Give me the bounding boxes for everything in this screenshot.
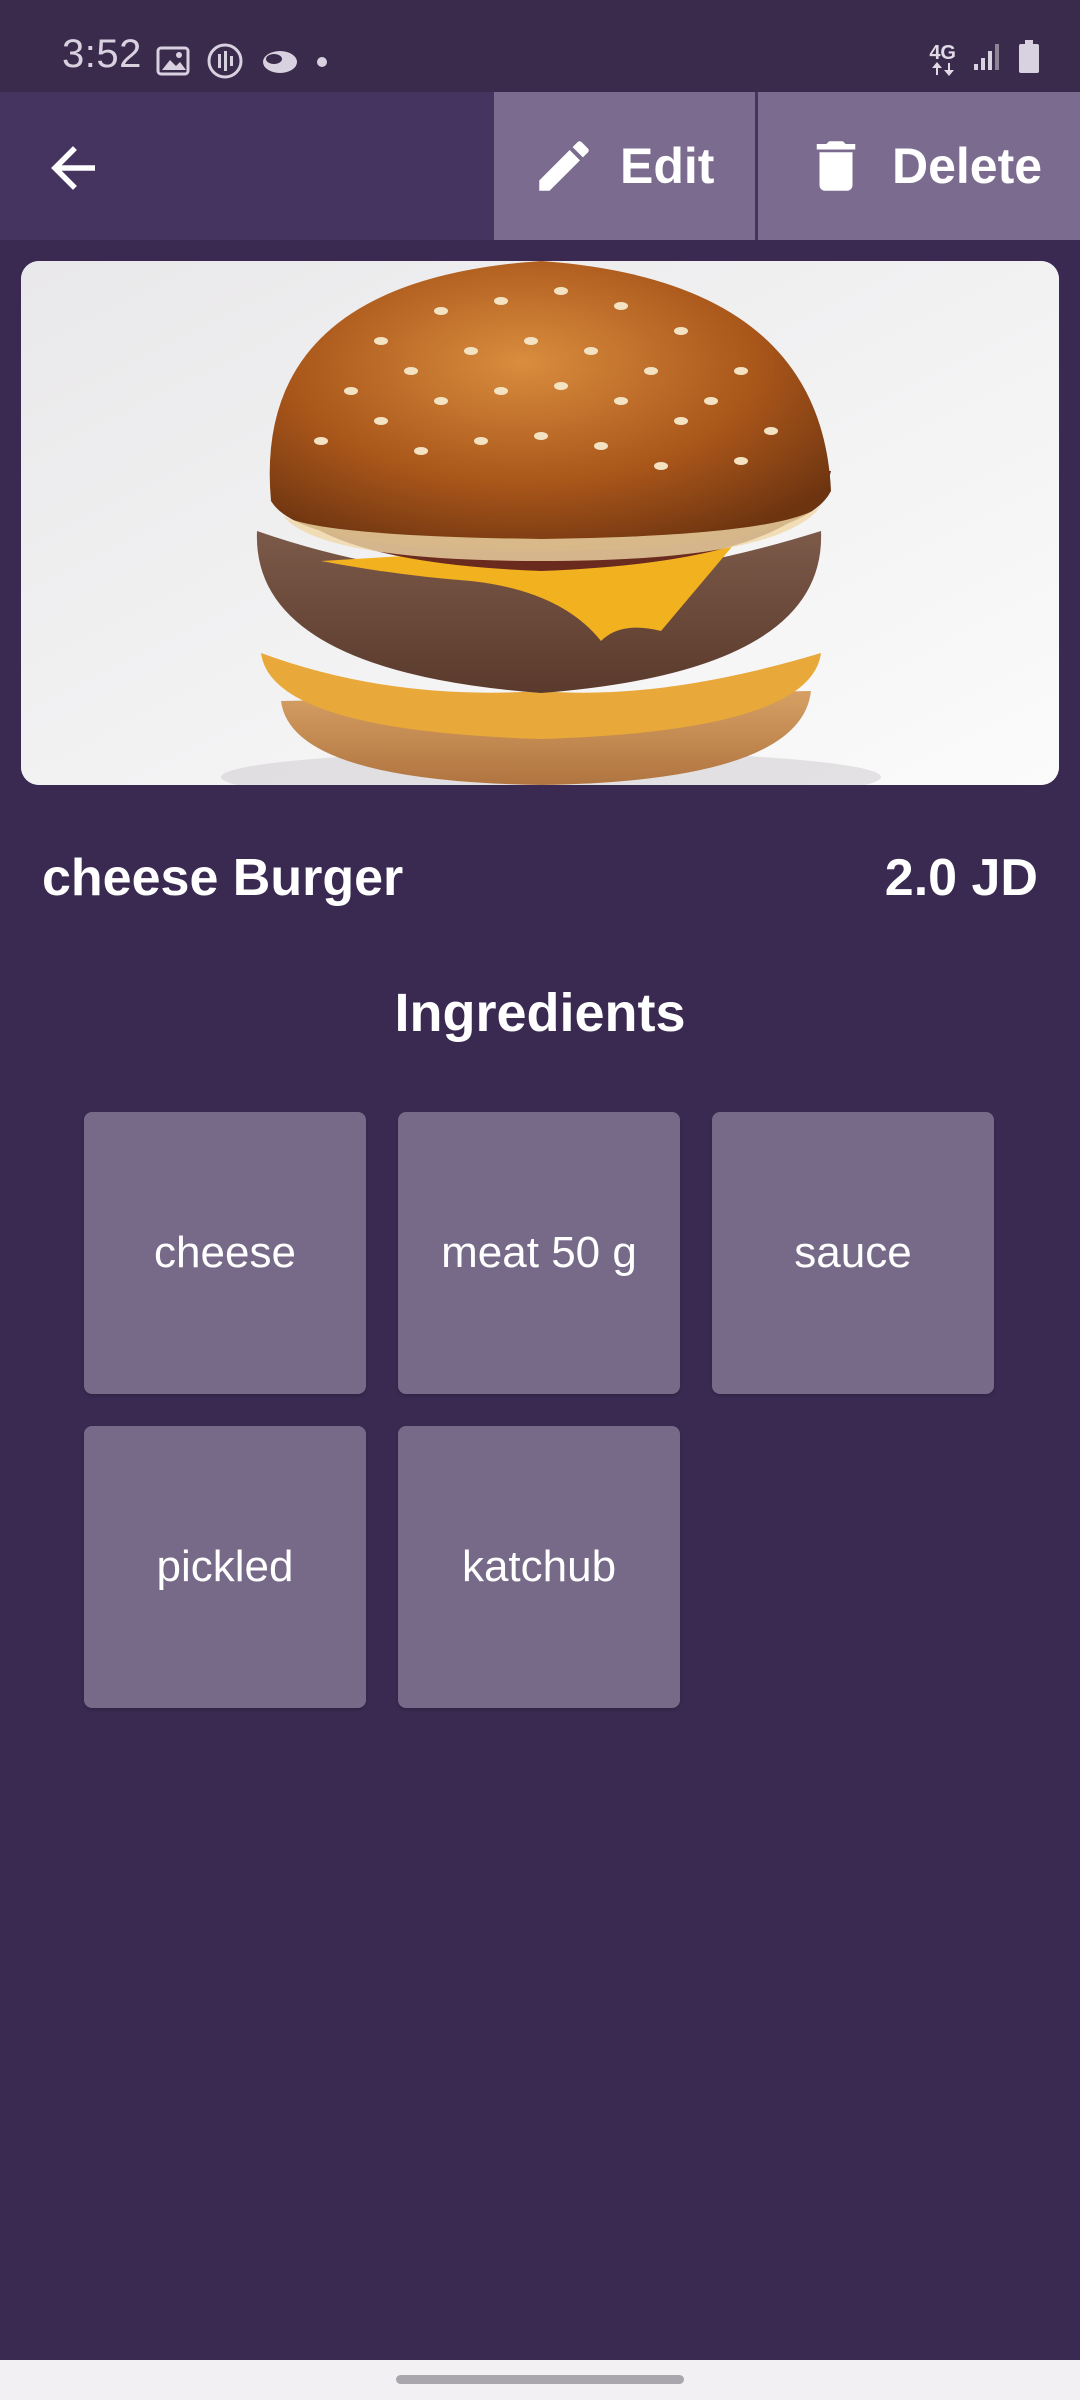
item-header: cheese Burger 2.0 JD — [42, 848, 1038, 908]
ingredient-card[interactable]: katchub — [398, 1426, 680, 1708]
edit-button[interactable]: Edit — [494, 92, 755, 240]
signal-icon — [972, 42, 1002, 77]
podcast-icon — [206, 42, 244, 85]
back-button[interactable] — [30, 126, 118, 214]
burger-photo — [21, 261, 1059, 785]
ingredients-title: Ingredients — [394, 983, 686, 1043]
item-price: 2.0 JD — [884, 849, 1038, 907]
system-nav-bar — [0, 2360, 1080, 2400]
home-gesture-handle[interactable] — [396, 2375, 684, 2384]
app-bar: Edit Delete — [0, 92, 1080, 240]
arrow-back-icon — [49, 145, 99, 195]
pencil-icon — [530, 132, 598, 200]
network-label: 4G — [929, 41, 956, 64]
ingredients-grid: cheese meat 50 g sauce pickled katchub — [84, 1112, 998, 1708]
ingredient-card[interactable]: pickled — [84, 1426, 366, 1708]
item-name: cheese Burger — [42, 849, 404, 907]
edit-label: Edit — [620, 138, 715, 194]
notification-dot-icon — [316, 55, 328, 73]
delete-label: Delete — [892, 138, 1043, 194]
status-icons-right: 4G — [929, 40, 1040, 79]
status-icons-left — [156, 42, 328, 85]
ingredient-card[interactable]: sauce — [712, 1112, 994, 1394]
status-time: 3:52 — [62, 32, 142, 76]
ingredient-card[interactable]: cheese — [84, 1112, 366, 1394]
status-bar: 3:52 4G — [0, 0, 1080, 92]
cloud-icon — [260, 46, 300, 81]
ingredient-card[interactable]: meat 50 g — [398, 1112, 680, 1394]
gallery-icon — [156, 46, 190, 81]
delete-button[interactable]: Delete — [758, 92, 1080, 240]
battery-icon — [1018, 40, 1040, 79]
trash-icon — [802, 132, 870, 200]
network-4g-icon: 4G — [929, 41, 956, 76]
